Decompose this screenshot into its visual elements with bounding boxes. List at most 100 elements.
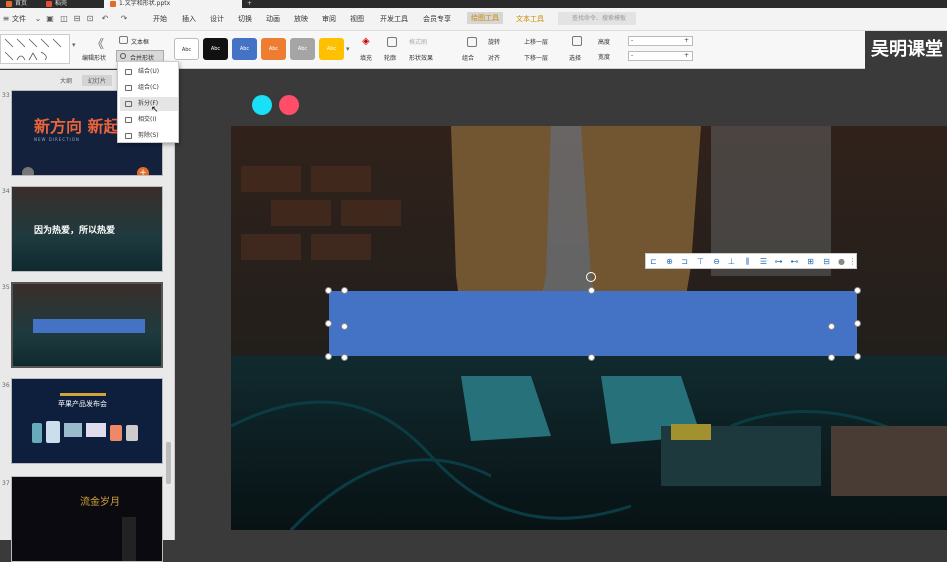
resize-handle-bottom-right[interactable] — [828, 354, 835, 361]
tab-outline[interactable]: 大纲 — [60, 76, 72, 85]
menu-insert[interactable]: 插入 — [182, 14, 196, 24]
resize-handle-bottom-left[interactable] — [341, 354, 348, 361]
center-horizontal-icon[interactable]: ⊶ — [774, 257, 783, 266]
edit-shape-button[interactable]: 编辑形状 — [82, 53, 106, 62]
save-icon[interactable]: ▣ — [46, 15, 54, 23]
redo-icon[interactable]: ↷ — [120, 15, 128, 23]
menu-item-subtract[interactable]: 剪除(S) — [120, 129, 178, 143]
style-swatch-4[interactable]: Abc — [261, 38, 286, 60]
menu-drawing-tools[interactable]: 绘图工具 — [467, 12, 503, 24]
slide-thumbnail-37[interactable]: 流金岁月 — [11, 476, 163, 562]
width-plus-icon[interactable]: + — [684, 52, 689, 60]
resize-handle-right[interactable] — [828, 323, 835, 330]
menu-member[interactable]: 会员专享 — [423, 14, 451, 24]
menu-item-intersect[interactable]: 相交(I) — [120, 113, 178, 127]
resize-handle-outer-bottom-right[interactable] — [854, 353, 861, 360]
menu-design[interactable]: 设计 — [210, 14, 224, 24]
align-right-icon[interactable]: ⊐ — [680, 257, 689, 266]
red-dot — [279, 95, 299, 115]
distribute-vertical-icon[interactable]: ☰ — [759, 257, 768, 266]
hint-bulb-icon[interactable]: ● — [837, 257, 846, 266]
outline-button[interactable]: 轮廓 — [384, 53, 396, 62]
new-tab-button[interactable]: + — [244, 0, 256, 8]
menu-developer[interactable]: 开发工具 — [380, 14, 408, 24]
menu-home[interactable]: 开始 — [153, 14, 167, 24]
menu-item-subtract-label: 剪除(S) — [138, 132, 159, 139]
resize-handle-bottom[interactable] — [588, 354, 595, 361]
selected-rectangle-shape[interactable] — [329, 291, 857, 356]
align-left-icon[interactable]: ⊏ — [649, 257, 658, 266]
text-box-button[interactable]: 文本框 — [131, 37, 149, 46]
style-swatch-1[interactable]: Abc — [174, 38, 199, 60]
brand-watermark: 吴明课堂 — [865, 31, 947, 69]
menu-slideshow[interactable]: 放映 — [294, 14, 308, 24]
menu-animation[interactable]: 动画 — [266, 14, 280, 24]
style-swatch-2[interactable]: Abc — [203, 38, 228, 60]
play-icon[interactable] — [22, 167, 34, 175]
equal-width-icon[interactable]: ⊞ — [806, 257, 815, 266]
style-swatch-6[interactable]: Abc — [319, 38, 344, 60]
bring-forward-button[interactable]: 上移一层 — [524, 37, 548, 46]
floating-align-toolbar: ⊏ ⊕ ⊐ ⊤ ⊖ ⊥ ⫼ ☰ ⊶ ⊷ ⊞ ⊟ ● ⋮ — [645, 253, 857, 269]
resize-handle-top-left[interactable] — [341, 287, 348, 294]
resize-handle-left[interactable] — [341, 323, 348, 330]
open-icon[interactable]: ◫ — [60, 15, 68, 23]
slide-thumbnail-35[interactable] — [11, 282, 163, 368]
equal-height-icon[interactable]: ⊟ — [822, 257, 831, 266]
send-backward-button[interactable]: 下移一层 — [524, 53, 548, 62]
undo-icon[interactable]: ↶ — [101, 15, 109, 23]
select-button[interactable]: 选择 — [569, 53, 581, 62]
more-options-icon[interactable]: ⋮ — [848, 257, 857, 266]
rotate-handle-icon[interactable] — [586, 272, 596, 282]
menu-item-union[interactable]: 结合(U) — [120, 65, 178, 79]
center-vertical-icon[interactable]: ⊷ — [790, 257, 799, 266]
group-button[interactable]: 组合 — [462, 53, 474, 62]
menu-file[interactable]: 文件 — [12, 14, 26, 24]
tab-document[interactable]: 1.文字和形状.pptx — [104, 0, 242, 8]
height-field[interactable]: - + — [628, 36, 693, 46]
add-slide-icon[interactable]: + — [137, 167, 149, 175]
print-icon[interactable]: ⊟ — [73, 15, 81, 23]
resize-handle-top[interactable] — [588, 287, 595, 294]
resize-handle-outer-right[interactable] — [854, 320, 861, 327]
search-input[interactable]: 查找命令、搜索模板 — [558, 12, 636, 25]
align-middle-icon[interactable]: ⊖ — [712, 257, 721, 266]
align-center-icon[interactable]: ⊕ — [665, 257, 674, 266]
dropdown-chevron-icon[interactable]: ⌄ — [34, 15, 42, 23]
align-top-icon[interactable]: ⊤ — [696, 257, 705, 266]
gallery-expand-icon[interactable]: ▾ — [72, 41, 76, 49]
menu-item-fragment[interactable]: 拆分(F) ↖ — [120, 97, 178, 115]
slide-thumbnail-36[interactable]: 苹果产品发布会 — [11, 378, 163, 464]
rotate-button[interactable]: 旋转 — [488, 37, 500, 46]
menu-text-tools[interactable]: 文本工具 — [516, 14, 544, 24]
resize-handle-top-right[interactable] — [854, 287, 861, 294]
width-field[interactable]: - + — [628, 51, 693, 61]
tab-docer[interactable]: 稻壳 — [40, 0, 100, 8]
tab-home[interactable]: 首页 — [0, 0, 40, 8]
shapes-gallery[interactable] — [0, 34, 70, 64]
align-button[interactable]: 对齐 — [488, 53, 500, 62]
resize-handle-outer-left[interactable] — [325, 320, 332, 327]
preview-icon[interactable]: ⊡ — [86, 15, 94, 23]
fill-button[interactable]: 填充 — [360, 53, 372, 62]
hamburger-icon[interactable]: ≡ — [2, 15, 10, 23]
menu-transition[interactable]: 切换 — [238, 14, 252, 24]
style-swatch-3[interactable]: Abc — [232, 38, 257, 60]
select-pane-icon[interactable] — [572, 36, 582, 46]
panel-scrollbar[interactable] — [166, 442, 171, 484]
style-swatch-5[interactable]: Abc — [290, 38, 315, 60]
slide-36-title: 苹果产品发布会 — [58, 400, 107, 408]
menu-view[interactable]: 视图 — [350, 14, 364, 24]
distribute-horizontal-icon[interactable]: ⫼ — [743, 257, 752, 266]
height-plus-icon[interactable]: + — [684, 37, 689, 45]
resize-handle-outer-top-left[interactable] — [325, 287, 332, 294]
styles-more-icon[interactable]: ▾ — [346, 45, 350, 53]
format-painter-button[interactable]: 格式刷 — [409, 37, 427, 46]
slide-thumbnail-34[interactable]: 因为热爱，所以热爱 — [11, 186, 163, 272]
resize-handle-outer-bottom-left[interactable] — [325, 353, 332, 360]
shape-effects-button[interactable]: 形状效果 — [409, 53, 433, 62]
menu-item-combine[interactable]: 组合(C) — [120, 81, 178, 95]
align-bottom-icon[interactable]: ⊥ — [727, 257, 736, 266]
tab-slides[interactable]: 幻灯片 — [82, 75, 113, 86]
menu-review[interactable]: 审阅 — [322, 14, 336, 24]
